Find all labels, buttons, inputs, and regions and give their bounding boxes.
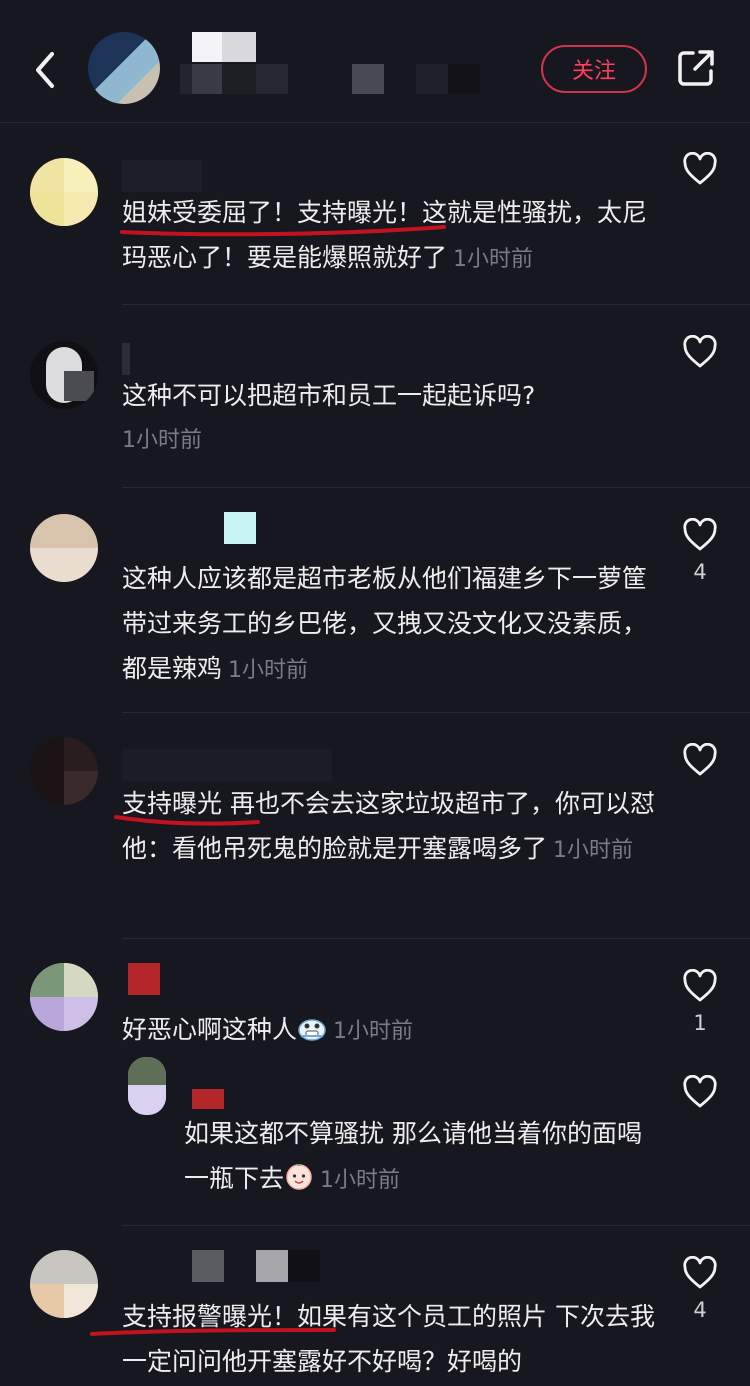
heart-icon[interactable] xyxy=(682,335,718,369)
comment-text: 支持报警曝光！如果有这个员工的照片 下次去我一定问问他开塞露好不好喝？好喝的 xyxy=(122,1294,662,1386)
like-count: 4 xyxy=(693,1298,707,1322)
heart-icon[interactable] xyxy=(682,1075,718,1109)
timestamp: 1小时前 xyxy=(122,428,202,453)
comment-item: 好恶心啊这种人 1小时前 1 如果这都不算骚扰 那么请他当着你的面喝一瓶下去 1… xyxy=(0,939,750,1225)
comment-body: 姐妹受委屈了！支持曝光！这就是性骚扰，太尼玛恶心了！要是能爆照就好了 xyxy=(122,198,648,272)
heart-icon[interactable] xyxy=(682,743,718,777)
heart-icon[interactable] xyxy=(682,1256,718,1290)
comment-body: 这种不可以把超市和员工一起起诉吗? xyxy=(122,381,536,410)
username-censored xyxy=(128,963,160,995)
comment-item: 支持曝光 再也不会去这家垃圾超市了，你可以怼他：看他吊死鬼的脸就是开塞露喝多了 1… xyxy=(0,713,750,938)
scared-emoji-icon xyxy=(298,1019,326,1041)
timestamp: 1小时前 xyxy=(453,247,534,272)
username-censored xyxy=(192,1089,224,1109)
share-external-icon[interactable] xyxy=(676,48,716,88)
heart-icon[interactable] xyxy=(682,152,718,186)
comment-text: 好恶心啊这种人 1小时前 xyxy=(122,1007,662,1054)
like-count: 1 xyxy=(693,1011,707,1035)
avatar[interactable] xyxy=(30,963,98,1031)
comment-text: 姐妹受委屈了！支持曝光！这就是性骚扰，太尼玛恶心了！要是能爆照就好了 1小时前 xyxy=(122,190,662,282)
like-count: 4 xyxy=(693,560,707,584)
comment-item: 这种不可以把超市和员工一起起诉吗? 1小时前 xyxy=(0,305,750,487)
avatar[interactable] xyxy=(30,514,98,582)
comment-text: 如果这都不算骚扰 那么请他当着你的面喝一瓶下去 1小时前 xyxy=(184,1111,654,1203)
comment-text: 这种人应该都是超市老板从他们福建乡下一萝筐带过来务工的乡巴佬，又拽又没文化又没素… xyxy=(122,556,662,693)
comment-text: 这种不可以把超市和员工一起起诉吗? 1小时前 xyxy=(122,373,662,463)
heart-icon[interactable] xyxy=(682,518,718,552)
comment-item: 这种人应该都是超市老板从他们福建乡下一萝筐带过来务工的乡巴佬，又拽又没文化又没素… xyxy=(0,488,750,712)
top-bar: 关注 xyxy=(0,0,750,123)
username-censored xyxy=(122,749,332,781)
avatar[interactable] xyxy=(30,1250,98,1318)
comment-body: 好恶心啊这种人 xyxy=(122,1015,298,1044)
comment-body: 支持报警曝光！如果有这个员工的照片 下次去我一定问问他开塞露好不好喝？好喝的 xyxy=(122,1302,655,1376)
username-censored xyxy=(122,160,202,192)
comment-body: 这种人应该都是超市老板从他们福建乡下一萝筐带过来务工的乡巴佬，又拽又没文化又没素… xyxy=(122,564,648,683)
reply-item: 如果这都不算骚扰 那么请他当着你的面喝一瓶下去 1小时前 xyxy=(0,1057,750,1225)
comment-item: 支持报警曝光！如果有这个员工的照片 下次去我一定问问他开塞露好不好喝？好喝的 4 xyxy=(0,1226,750,1378)
timestamp: 1小时前 xyxy=(553,838,634,863)
heart-icon[interactable] xyxy=(682,969,718,1003)
chevron-left-icon[interactable] xyxy=(28,48,64,92)
smiling-emoji-icon xyxy=(286,1163,312,1190)
avatar[interactable] xyxy=(30,341,98,409)
avatar[interactable] xyxy=(128,1057,166,1115)
username-censored xyxy=(224,512,256,544)
author-avatar[interactable] xyxy=(88,32,160,104)
timestamp: 1小时前 xyxy=(228,658,309,683)
comment-item: 姐妹受委屈了！支持曝光！这就是性骚扰，太尼玛恶心了！要是能爆照就好了 1小时前 xyxy=(0,122,750,304)
avatar[interactable] xyxy=(30,158,98,226)
username-censored xyxy=(122,343,130,375)
follow-button[interactable]: 关注 xyxy=(541,45,647,93)
timestamp: 1小时前 xyxy=(333,1019,414,1044)
timestamp: 1小时前 xyxy=(320,1168,401,1193)
avatar[interactable] xyxy=(30,737,98,805)
comment-body: 如果这都不算骚扰 那么请他当着你的面喝一瓶下去 xyxy=(184,1119,642,1193)
comment-text: 支持曝光 再也不会去这家垃圾超市了，你可以怼他：看他吊死鬼的脸就是开塞露喝多了 1… xyxy=(122,781,662,873)
